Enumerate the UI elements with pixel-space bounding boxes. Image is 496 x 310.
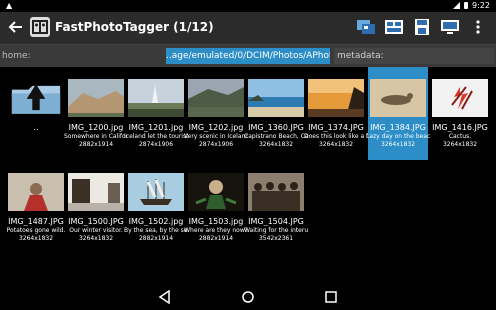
photo-thumbnail xyxy=(128,173,184,211)
tag-photos-icon[interactable] xyxy=(356,18,376,36)
photo-tile[interactable]: IMG_1201.jpg Iceland let the tourists 28… xyxy=(124,67,188,160)
photo-description: Potatoes gone wild. xyxy=(6,227,66,234)
overflow-menu-icon[interactable] xyxy=(468,18,488,36)
photo-thumbnail xyxy=(308,79,364,117)
path-bar: home: ..age/emulated/0/DCIM/Photos/APhot… xyxy=(0,45,496,67)
photo-tile[interactable]: IMG_1416.JPG Cactus. 3264x1832 xyxy=(430,67,490,160)
photo-filename: IMG_1374.JPG xyxy=(308,123,364,132)
photo-filename: IMG_1200.jpg xyxy=(68,123,124,132)
signal-icon xyxy=(453,2,461,9)
folder-up-icon xyxy=(11,84,61,114)
photo-filename: IMG_1201.jpg xyxy=(128,123,184,132)
battery-icon xyxy=(464,2,469,9)
status-time: 9:22 xyxy=(472,1,490,10)
photo-thumbnail xyxy=(128,79,184,117)
photo-dimensions: 3264x1832 xyxy=(380,141,416,148)
nav-recents-icon[interactable] xyxy=(323,290,339,304)
notification-icon: ▲ xyxy=(6,1,13,10)
photo-description: Capistrano Beach, Cali xyxy=(244,133,308,140)
photo-grid: .. IMG_1200.jpg Somewhere in Californi 2… xyxy=(0,67,496,283)
app-title: FastPhotoTagger (1/12) xyxy=(55,20,214,34)
photo-dimensions: 2882x1914 xyxy=(138,235,174,242)
parent-folder-tile[interactable]: .. xyxy=(6,67,66,160)
photo-filename: IMG_1503.jpg xyxy=(188,217,244,226)
photo-tile[interactable]: IMG_1502.jpg By the sea, by the sea. 288… xyxy=(124,161,188,254)
photo-thumbnail xyxy=(248,173,304,211)
photo-description: Iceland let the tourists xyxy=(124,133,188,140)
metadata-segment[interactable]: metadata: xyxy=(334,48,494,64)
status-bar: ▲ 9:22 xyxy=(0,0,496,12)
photo-tile[interactable]: IMG_1504.JPG Waiting for the interurb 35… xyxy=(244,161,308,254)
home-path-segment[interactable]: home: xyxy=(2,48,164,64)
photo-tile[interactable]: IMG_1202.jpg Very scenic in Iceland. 287… xyxy=(184,67,248,160)
photo-description: Very scenic in Iceland. xyxy=(184,133,248,140)
photo-tile[interactable]: IMG_1487.JPG Potatoes gone wild. 3264x18… xyxy=(6,161,66,254)
photo-description: Our winter visitor. xyxy=(69,227,123,234)
photo-dimensions: 2874x1906 xyxy=(198,141,234,148)
photo-filename: IMG_1360.JPG xyxy=(248,123,304,132)
photo-dimensions: 3264x1832 xyxy=(258,141,294,148)
current-path-segment[interactable]: ..age/emulated/0/DCIM/Photos/APhotos/ xyxy=(166,48,330,64)
photo-thumbnail xyxy=(188,79,244,117)
photo-dimensions: 3264x1832 xyxy=(442,141,478,148)
photo-tile[interactable]: IMG_1360.JPG Capistrano Beach, Cali 3264… xyxy=(244,67,308,160)
photo-tile[interactable]: IMG_1374.JPG Does this look like a f 326… xyxy=(304,67,368,160)
navigation-bar xyxy=(0,284,496,310)
back-arrow-icon[interactable] xyxy=(8,19,24,35)
photo-dimensions: 2882x1914 xyxy=(198,235,234,242)
photo-thumbnail xyxy=(432,79,488,117)
photo-thumbnail xyxy=(68,79,124,117)
photo-dimensions: 3264x1832 xyxy=(318,141,354,148)
photo-tile[interactable]: IMG_1503.jpg Where are they now? 2882x19… xyxy=(184,161,248,254)
photo-thumbnail xyxy=(68,173,124,211)
photo-filename: IMG_1384.JPG xyxy=(370,123,426,132)
nav-home-icon[interactable] xyxy=(240,290,256,304)
parent-folder-label: .. xyxy=(33,123,39,132)
photo-dimensions: 2882x1914 xyxy=(78,141,114,148)
photo-thumbnail xyxy=(8,173,64,211)
photo-dimensions: 3264x1832 xyxy=(18,235,54,242)
photo-thumbnail xyxy=(188,173,244,211)
photo-dimensions: 2874x1906 xyxy=(138,141,174,148)
nav-back-icon[interactable] xyxy=(157,290,173,304)
photo-description: Waiting for the interurb xyxy=(244,227,308,234)
photo-thumbnail xyxy=(370,79,426,117)
slideshow-icon[interactable] xyxy=(384,18,404,36)
photo-description: Somewhere in Californi xyxy=(64,133,128,140)
photo-filename: IMG_1202.jpg xyxy=(188,123,244,132)
photo-description: Where are they now? xyxy=(184,227,248,234)
photo-description: Cactus. xyxy=(448,133,472,140)
photo-filename: IMG_1502.jpg xyxy=(128,217,184,226)
photo-description: Lazy day on the beach xyxy=(366,133,430,140)
photo-tile-selected[interactable]: IMG_1384.JPG Lazy day on the beach 3264x… xyxy=(366,67,430,160)
save-icon[interactable] xyxy=(412,18,432,36)
photo-tile[interactable]: IMG_1500.JPG Our winter visitor. 3264x18… xyxy=(66,161,126,254)
photo-thumbnail xyxy=(248,79,304,117)
action-bar: FastPhotoTagger (1/12) xyxy=(0,12,496,45)
app-logo-icon xyxy=(30,17,50,37)
photo-description: By the sea, by the sea. xyxy=(124,227,188,234)
photo-filename: IMG_1504.JPG xyxy=(248,217,304,226)
monitor-icon[interactable] xyxy=(440,18,460,36)
photo-filename: IMG_1487.JPG xyxy=(8,217,64,226)
photo-description: Does this look like a f xyxy=(304,133,368,140)
photo-dimensions: 3542x2361 xyxy=(258,235,294,242)
photo-filename: IMG_1416.JPG xyxy=(432,123,488,132)
photo-dimensions: 3264x1832 xyxy=(78,235,114,242)
photo-filename: IMG_1500.JPG xyxy=(68,217,124,226)
photo-tile[interactable]: IMG_1200.jpg Somewhere in Californi 2882… xyxy=(64,67,128,160)
